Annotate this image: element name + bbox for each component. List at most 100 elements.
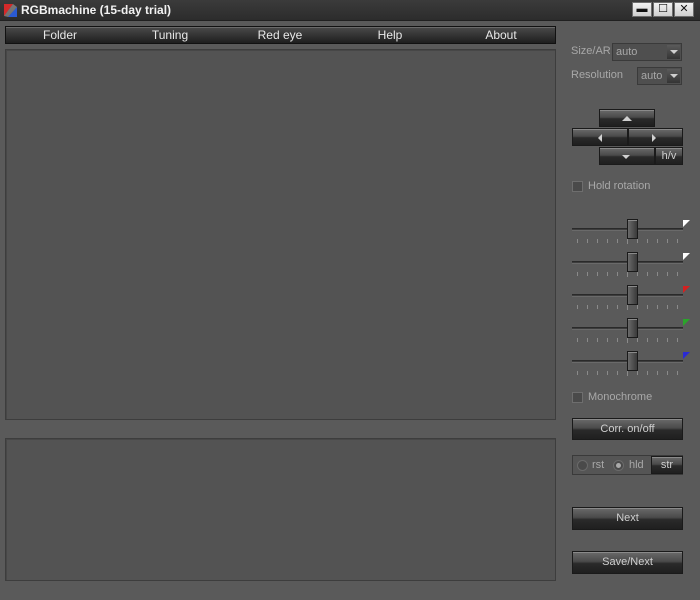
str-button[interactable]: str [651,456,683,474]
move-left-button[interactable] [572,128,628,146]
move-down-button[interactable] [599,147,655,165]
slider-tick [607,371,608,375]
slider-tick [677,305,678,309]
color-marker-icon [683,352,690,366]
slider-contrast[interactable] [572,251,693,281]
size-ar-label: Size/AR [571,45,611,57]
slider-tick [647,239,648,243]
slider-tick [587,371,588,375]
color-marker-icon [683,319,690,333]
corr-toggle-button[interactable]: Corr. on/off [572,418,683,440]
arrow-up-icon [622,116,632,121]
chevron-down-icon [667,45,680,59]
slider-tick [637,338,638,342]
move-up-button[interactable] [599,109,655,127]
slider-tick [667,371,668,375]
slider-tick [617,239,618,243]
slider-tick [597,338,598,342]
menu-tuning[interactable]: Tuning [120,28,220,42]
close-button[interactable]: ✕ [674,2,694,17]
next-button[interactable]: Next [572,507,683,530]
slider-tick [677,371,678,375]
slider-thumb[interactable] [627,252,638,272]
slider-tick [587,338,588,342]
slider-tick [647,305,648,309]
maximize-icon: ☐ [658,3,668,15]
window-title: RGBmachine (15-day trial) [21,3,172,17]
menu-folder[interactable]: Folder [10,28,110,42]
resolution-value: auto [641,70,663,82]
slider-tick [607,338,608,342]
slider-tick [657,371,658,375]
slider-tick [667,305,668,309]
slider-tick [657,272,658,276]
arrow-right-icon [652,134,656,142]
hv-flip-button[interactable]: h/v [655,147,683,165]
slider-tick [597,239,598,243]
slider-tick [647,371,648,375]
mode-group: rst hld str [572,455,683,475]
slider-tick [677,272,678,276]
move-right-button[interactable] [628,128,683,146]
slider-thumb[interactable] [627,318,638,338]
hld-radio[interactable] [613,460,624,471]
arrow-down-icon [622,155,630,159]
slider-tick [607,305,608,309]
hold-rotation-checkbox[interactable] [572,181,583,192]
hld-label: hld [629,459,644,471]
minimize-icon: ▬ [636,3,648,15]
color-marker-icon [683,220,690,234]
resolution-label: Resolution [571,69,623,81]
arrow-left-icon [598,134,602,142]
size-ar-select[interactable]: auto [612,43,682,61]
color-marker-icon [683,253,690,267]
monochrome-label: Monochrome [588,391,653,403]
slider-tick [607,272,608,276]
maximize-button[interactable]: ☐ [653,2,673,17]
slider-thumb[interactable] [627,219,638,239]
slider-tick [597,371,598,375]
size-ar-value: auto [616,46,638,58]
monochrome-checkbox[interactable] [572,392,583,403]
slider-tick [577,371,578,375]
menu-bar: Folder Tuning Red eye Help About [5,26,556,44]
slider-red[interactable] [572,284,693,314]
menu-red-eye[interactable]: Red eye [230,28,330,42]
slider-tick [587,272,588,276]
slider-thumb[interactable] [627,285,638,305]
slider-tick [657,305,658,309]
slider-tick [637,239,638,243]
slider-tick [657,239,658,243]
slider-tick [637,305,638,309]
menu-about[interactable]: About [451,28,551,42]
slider-blue[interactable] [572,350,693,380]
slider-tick [597,272,598,276]
image-preview-panel [5,49,556,420]
title-bar: RGBmachine (15-day trial) ▬ ☐ ✕ [0,0,700,21]
slider-tick [577,272,578,276]
slider-tick [677,239,678,243]
save-next-button[interactable]: Save/Next [572,551,683,574]
slider-tick [647,272,648,276]
slider-tick [577,239,578,243]
slider-tick [577,305,578,309]
slider-tick [607,239,608,243]
slider-tick [577,338,578,342]
menu-help[interactable]: Help [340,28,440,42]
hold-rotation-label: Hold rotation [588,180,651,192]
slider-tick [667,239,668,243]
thumbnail-panel [5,438,556,581]
resolution-select[interactable]: auto [637,67,682,85]
slider-brightness[interactable] [572,218,693,248]
slider-tick [667,272,668,276]
slider-tick [647,338,648,342]
slider-tick [637,272,638,276]
color-marker-icon [683,286,690,300]
slider-thumb[interactable] [627,351,638,371]
slider-tick [617,305,618,309]
minimize-button[interactable]: ▬ [632,2,652,17]
rst-radio[interactable] [577,460,588,471]
slider-green[interactable] [572,317,693,347]
slider-tick [597,305,598,309]
slider-tick [617,371,618,375]
